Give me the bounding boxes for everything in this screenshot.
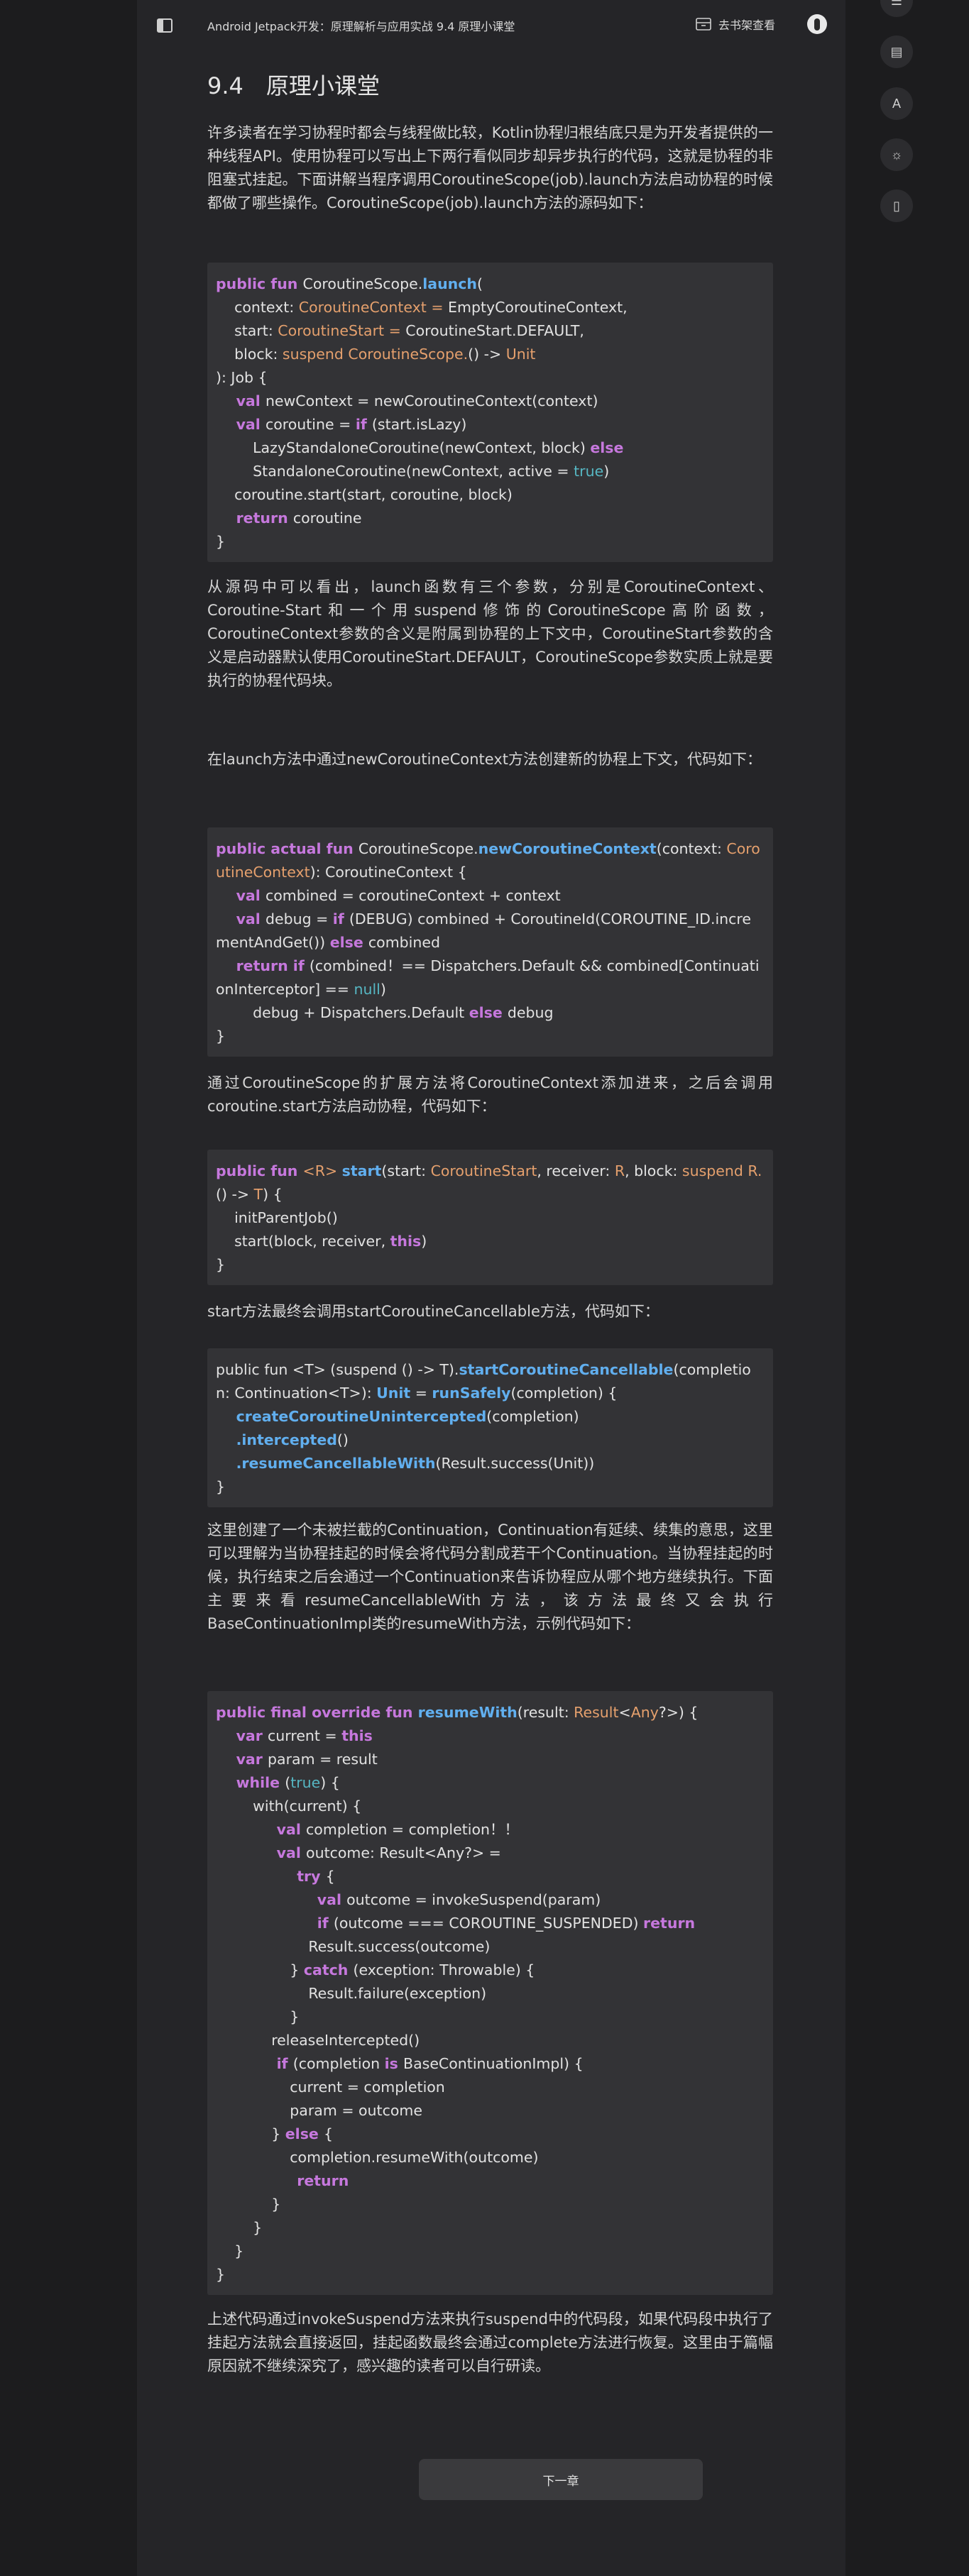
comment-icon: ▤ xyxy=(890,44,903,59)
font-icon: A xyxy=(892,96,901,111)
side-tool-phone[interactable]: ▯ xyxy=(880,189,913,222)
avatar-icon[interactable] xyxy=(807,14,827,34)
code-text: public actual fun CoroutineScope.newCoro… xyxy=(216,840,760,1045)
list-icon: ☰ xyxy=(890,0,903,8)
code-text: public final override fun resumeWith(res… xyxy=(216,1704,699,2283)
code-block-5: public final override fun resumeWith(res… xyxy=(207,1691,773,2295)
breadcrumb: Android Jetpack开发：原理解析与应用实战 9.4 原理小课堂 xyxy=(207,20,515,33)
paragraph-4: 通过CoroutineScope的扩展方法将CoroutineContext添加… xyxy=(207,1074,773,1115)
bookshelf-label: 去书架查看 xyxy=(718,18,776,32)
phone-icon: ▯ xyxy=(893,198,900,213)
top-bar: Android Jetpack开发：原理解析与应用实战 9.4 原理小课堂 去书… xyxy=(137,0,845,51)
side-tool-list[interactable]: ☰ xyxy=(880,0,913,17)
code-text: public fun CoroutineScope.launch( contex… xyxy=(216,275,628,550)
bookshelf-button[interactable]: 去书架查看 xyxy=(696,16,775,33)
code-block-3: public fun <R> start(start: CoroutineSta… xyxy=(207,1150,773,1285)
side-tool-brightness[interactable]: ☼ xyxy=(880,138,913,171)
bookshelf-icon xyxy=(696,18,711,31)
code-text: public fun <R> start(start: CoroutineSta… xyxy=(216,1162,762,1273)
menu-icon[interactable] xyxy=(157,18,173,33)
paragraph-7: 上述代码通过invokeSuspend方法来执行suspend中的代码段，如果代… xyxy=(207,2311,773,2374)
next-chapter-button[interactable]: 下一章 xyxy=(419,2459,703,2500)
paragraph-1: 许多读者在学习协程时都会与线程做比较，Kotlin协程归根结底只是为开发者提供的… xyxy=(207,124,773,211)
reader-page: Android Jetpack开发：原理解析与应用实战 9.4 原理小课堂 去书… xyxy=(137,0,845,2576)
paragraph-6: 这里创建了一个未被拦截的Continuation，Continuation有延续… xyxy=(207,1521,773,1632)
code-block-1: public fun CoroutineScope.launch( contex… xyxy=(207,263,773,562)
code-block-4: public fun <T> (suspend () -> T).startCo… xyxy=(207,1348,773,1507)
paragraph-2: 从源码中可以看出，launch函数有三个参数，分别是CoroutineConte… xyxy=(207,578,773,689)
page-title: 9.4 原理小课堂 xyxy=(207,72,380,99)
code-text: public fun <T> (suspend () -> T).startCo… xyxy=(216,1361,751,1495)
code-block-2: public actual fun CoroutineScope.newCoro… xyxy=(207,827,773,1057)
side-tool-font[interactable]: A xyxy=(880,87,913,120)
paragraph-5: start方法最终会调用startCoroutineCancellable方法，… xyxy=(207,1303,659,1320)
brightness-icon: ☼ xyxy=(890,147,903,162)
paragraph-3: 在launch方法中通过newCoroutineContext方法创建新的协程上… xyxy=(207,751,762,768)
side-tool-comment[interactable]: ▤ xyxy=(880,35,913,68)
